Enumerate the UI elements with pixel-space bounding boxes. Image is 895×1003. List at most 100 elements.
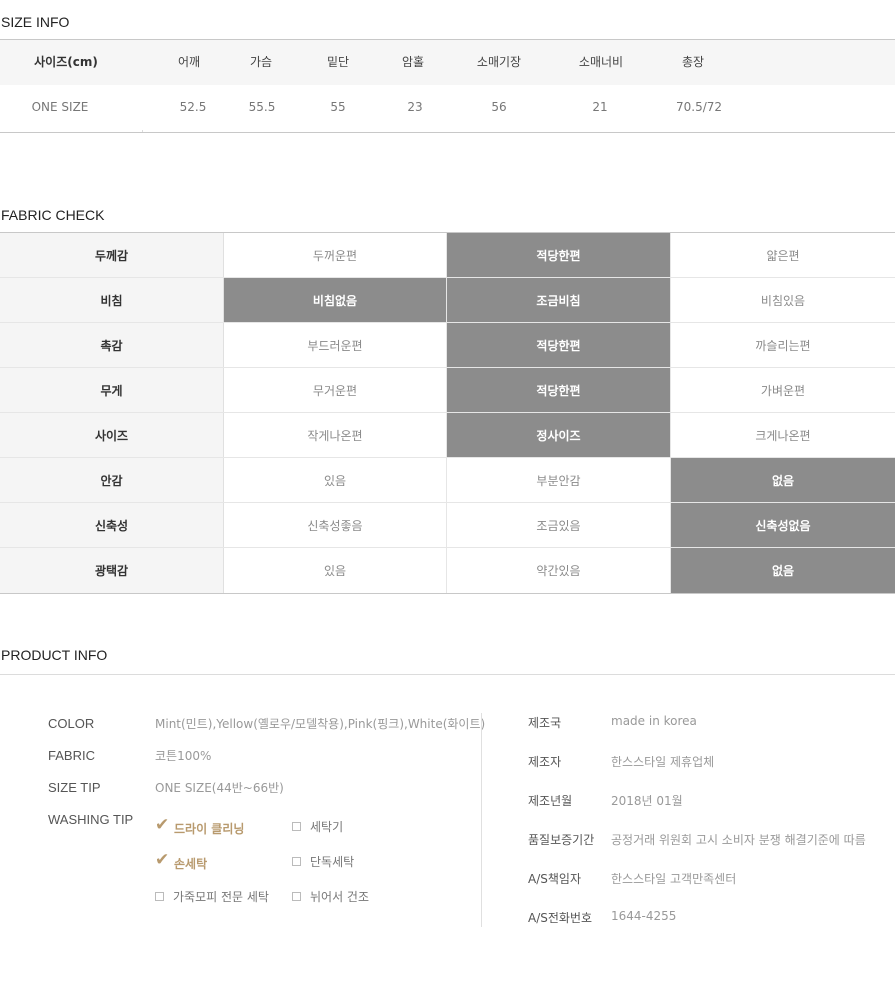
fabric-option: 신축성없음 bbox=[671, 503, 895, 547]
manufacture-label: A/S전화번호 bbox=[528, 911, 593, 925]
fabric-row-label: 안감 bbox=[0, 458, 224, 502]
size-table: 사이즈(cm) 어깨 가슴 밑단 암홀 소매기장 소매너비 총장 ONE SIZ… bbox=[0, 39, 895, 133]
washing-option-label: 드라이 클리닝 bbox=[174, 821, 245, 836]
fabric-option: 까슬리는편 bbox=[755, 338, 811, 353]
size-row-label: ONE SIZE bbox=[31, 100, 89, 114]
fabric-option: 있음 bbox=[224, 548, 447, 593]
manufacture-value: 공정거래 위원회 고시 소비자 분쟁 해결기준에 따름 bbox=[611, 833, 866, 847]
size-col-armhole: 암홀 bbox=[401, 55, 425, 69]
fabric-row-label: 촉감 bbox=[0, 323, 224, 367]
manufacture-label: 제조국 bbox=[528, 716, 562, 730]
size-value: 70.5/72 bbox=[675, 100, 723, 114]
size-value: 23 bbox=[407, 100, 423, 114]
fabric-row-label: 광택감 bbox=[0, 548, 224, 593]
fabric-option: 부분안감 bbox=[447, 458, 671, 502]
fabric-option: 적당한편 bbox=[447, 323, 671, 367]
size-value: 21 bbox=[592, 100, 608, 114]
fabric-option: 부드러운편 bbox=[224, 323, 447, 367]
size-info-title: SIZE INFO bbox=[1, 14, 70, 30]
manufacture-label: 제조자 bbox=[528, 755, 562, 769]
size-col-total-length: 총장 bbox=[681, 55, 705, 69]
fabric-table: 두께감 두꺼운편 적당한편 얇은편 비침 비침없음 조금비침 비침있음 촉감 부드러운편 적당한편 까… bbox=[0, 232, 895, 594]
size-col-hem: 밑단 bbox=[326, 55, 350, 69]
fabric-option: 크게나온편 bbox=[755, 428, 811, 443]
washing-option-label: 손세탁 bbox=[174, 856, 208, 871]
checkbox-icon bbox=[292, 857, 301, 866]
washing-option: 가죽모피 전문 세탁 bbox=[155, 888, 269, 905]
size-tip-label: SIZE TIP bbox=[48, 780, 101, 795]
fabric-row: 신축성 신축성좋음 조금있음 신축성없음 bbox=[0, 503, 895, 548]
size-tip-value: ONE SIZE(44반~66반) bbox=[155, 781, 284, 795]
divider bbox=[0, 674, 895, 675]
washing-option-label: 가죽모피 전문 세탁 bbox=[173, 890, 269, 904]
size-header-row: 사이즈(cm) 어깨 가슴 밑단 암홀 소매기장 소매너비 총장 bbox=[0, 40, 895, 85]
washing-option: 단독세탁 bbox=[292, 853, 354, 870]
checkbox-icon bbox=[292, 892, 301, 901]
fabric-row-label: 두께감 bbox=[0, 233, 224, 277]
fabric-label: FABRIC bbox=[48, 748, 95, 763]
fabric-row-label: 무게 bbox=[0, 368, 224, 412]
fabric-row-label: 신축성 bbox=[0, 503, 224, 547]
size-col-sleeve-width: 소매너비 bbox=[578, 55, 624, 69]
washing-tip-label: WASHING TIP bbox=[48, 812, 134, 827]
size-col-shoulder: 어깨 bbox=[177, 55, 201, 69]
vertical-divider bbox=[481, 713, 482, 927]
product-info-title: PRODUCT INFO bbox=[1, 647, 108, 663]
manufacture-value: made in korea bbox=[611, 714, 697, 728]
fabric-option: 두꺼운편 bbox=[224, 233, 447, 277]
manufacture-value: 2018년 01월 bbox=[611, 794, 683, 808]
fabric-row: 광택감 있음 약간있음 없음 bbox=[0, 548, 895, 593]
checkmark-icon: ✔ bbox=[155, 850, 170, 870]
washing-option: 뉘어서 건조 bbox=[292, 888, 369, 905]
fabric-option: 약간있음 bbox=[447, 548, 671, 593]
fabric-row: 안감 있음 부분안감 없음 bbox=[0, 458, 895, 503]
checkbox-icon bbox=[155, 892, 164, 901]
fabric-option: 가벼운편 bbox=[760, 383, 806, 398]
fabric-option: 있음 bbox=[224, 458, 447, 502]
fabric-option: 적당한편 bbox=[447, 368, 671, 412]
washing-option: 세탁기 bbox=[292, 818, 343, 835]
size-col-sleeve-length: 소매기장 bbox=[476, 55, 522, 69]
fabric-option: 조금있음 bbox=[447, 503, 671, 547]
fabric-check-title: FABRIC CHECK bbox=[1, 207, 105, 223]
fabric-option: 무거운편 bbox=[224, 368, 447, 412]
washing-option: ✔ 드라이 클리닝 bbox=[155, 815, 245, 838]
manufacture-label: 품질보증기간 bbox=[528, 833, 595, 847]
fabric-option: 비침있음 bbox=[760, 293, 806, 308]
washing-option: ✔ 손세탁 bbox=[155, 850, 208, 873]
fabric-option: 정사이즈 bbox=[447, 413, 671, 457]
fabric-value: 코튼100% bbox=[155, 749, 212, 763]
size-col-chest: 가슴 bbox=[249, 55, 273, 69]
size-row-one-size: ONE SIZE 52.5 55.5 55 23 56 21 70.5/72 bbox=[0, 85, 895, 130]
manufacture-label: 제조년월 bbox=[528, 794, 573, 808]
color-value: Mint(민트),Yellow(옐로우/모델착용),Pink(핑크),White… bbox=[155, 717, 486, 731]
washing-option-label: 단독세탁 bbox=[310, 855, 355, 869]
size-value: 52.5 bbox=[179, 100, 207, 114]
size-value: 56 bbox=[491, 100, 507, 114]
fabric-option: 얇은편 bbox=[766, 248, 800, 263]
washing-option-label: 뉘어서 건조 bbox=[310, 890, 370, 904]
fabric-row: 두께감 두꺼운편 적당한편 얇은편 bbox=[0, 233, 895, 278]
size-value: 55.5 bbox=[248, 100, 276, 114]
fabric-option: 비침없음 bbox=[224, 278, 447, 322]
fabric-option: 없음 bbox=[671, 548, 895, 593]
size-value: 55 bbox=[330, 100, 346, 114]
fabric-row: 촉감 부드러운편 적당한편 까슬리는편 bbox=[0, 323, 895, 368]
fabric-option: 작게나온편 bbox=[224, 413, 447, 457]
fabric-option: 조금비침 bbox=[447, 278, 671, 322]
fabric-row-label: 사이즈 bbox=[0, 413, 224, 457]
fabric-row: 비침 비침없음 조금비침 비침있음 bbox=[0, 278, 895, 323]
manufacture-value: 한스스타일 고객만족센터 bbox=[611, 872, 737, 886]
manufacture-label: A/S책임자 bbox=[528, 872, 581, 886]
fabric-row: 무게 무거운편 적당한편 가벼운편 bbox=[0, 368, 895, 413]
manufacture-value: 1644-4255 bbox=[611, 909, 677, 923]
checkmark-icon: ✔ bbox=[155, 815, 170, 835]
fabric-row: 사이즈 작게나온편 정사이즈 크게나온편 bbox=[0, 413, 895, 458]
manufacture-value: 한스스타일 제휴업체 bbox=[611, 755, 715, 769]
fabric-option: 신축성좋음 bbox=[224, 503, 447, 547]
fabric-option: 적당한편 bbox=[447, 233, 671, 277]
checkbox-icon bbox=[292, 822, 301, 831]
color-label: COLOR bbox=[48, 716, 95, 731]
washing-option-label: 세탁기 bbox=[310, 820, 344, 834]
fabric-row-label: 비침 bbox=[0, 278, 224, 322]
